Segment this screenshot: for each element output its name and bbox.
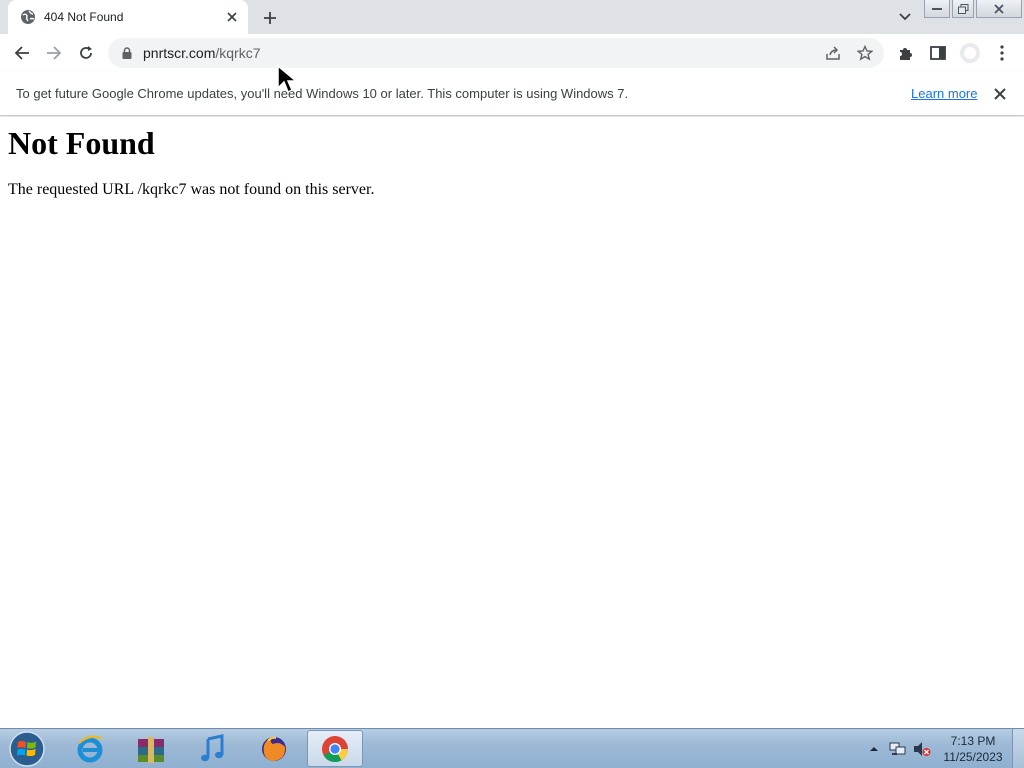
update-infobar: To get future Google Chrome updates, you… <box>0 72 1024 116</box>
taskbar-clock[interactable]: 7:13 PM 11/25/2023 <box>940 733 1006 765</box>
address-bar[interactable]: pnrtscr.com/kqrkc7 <box>108 38 884 68</box>
taskbar-firefox-icon[interactable] <box>246 730 302 767</box>
menu-kebab-icon[interactable] <box>988 39 1016 67</box>
url-domain: pnrtscr.com <box>143 45 216 61</box>
infobar-close-icon[interactable] <box>990 84 1010 104</box>
show-desktop-button[interactable] <box>1012 729 1024 768</box>
back-button[interactable] <box>8 39 36 67</box>
reload-button[interactable] <box>72 39 100 67</box>
tab-search-chevron-icon[interactable] <box>894 7 916 27</box>
side-panel-icon[interactable] <box>924 39 952 67</box>
tab-close-icon[interactable] <box>222 7 242 27</box>
system-tray <box>864 737 936 761</box>
share-icon[interactable] <box>824 44 842 62</box>
page-body-text: The requested URL /kqrkc7 was not found … <box>8 181 375 198</box>
globe-icon <box>20 9 36 25</box>
taskbar: 7:13 PM 11/25/2023 <box>0 728 1024 768</box>
window-controls <box>922 0 1022 18</box>
window-close-button[interactable] <box>976 0 1022 18</box>
tab-active[interactable]: 404 Not Found <box>8 0 248 34</box>
minimize-button[interactable] <box>924 0 950 18</box>
start-button[interactable] <box>6 730 48 768</box>
lock-icon[interactable] <box>120 46 134 60</box>
clock-date: 11/25/2023 <box>943 750 1003 764</box>
learn-more-link[interactable]: Learn more <box>911 86 977 101</box>
bookmark-star-icon[interactable] <box>856 44 874 62</box>
clock-time: 7:13 PM <box>950 734 996 748</box>
taskbar-itunes-icon[interactable] <box>184 730 240 767</box>
new-tab-button[interactable] <box>258 6 282 30</box>
extensions-puzzle-icon[interactable] <box>892 39 920 67</box>
address-bar-url: pnrtscr.com/kqrkc7 <box>143 45 260 61</box>
infobar-message: To get future Google Chrome updates, you… <box>16 86 629 101</box>
browser-toolbar: pnrtscr.com/kqrkc7 <box>0 34 1024 72</box>
volume-muted-icon[interactable] <box>912 739 932 759</box>
page-heading: Not Found <box>8 125 155 161</box>
tab-title: 404 Not Found <box>44 10 124 24</box>
taskbar-internet-explorer-icon[interactable] <box>62 730 118 767</box>
forward-button[interactable] <box>40 39 68 67</box>
show-hidden-icons-icon[interactable] <box>864 739 884 759</box>
profile-avatar[interactable] <box>956 39 984 67</box>
network-icon[interactable] <box>888 739 908 759</box>
taskbar-winrar-icon[interactable] <box>123 730 179 767</box>
page-content: Not Found The requested URL /kqrkc7 was … <box>0 117 1024 728</box>
restore-button[interactable] <box>952 0 974 18</box>
url-path: /kqrkc7 <box>215 45 261 61</box>
mouse-cursor-icon <box>277 64 299 94</box>
tab-strip: 404 Not Found <box>0 0 1024 34</box>
taskbar-chrome-icon[interactable] <box>307 730 363 767</box>
